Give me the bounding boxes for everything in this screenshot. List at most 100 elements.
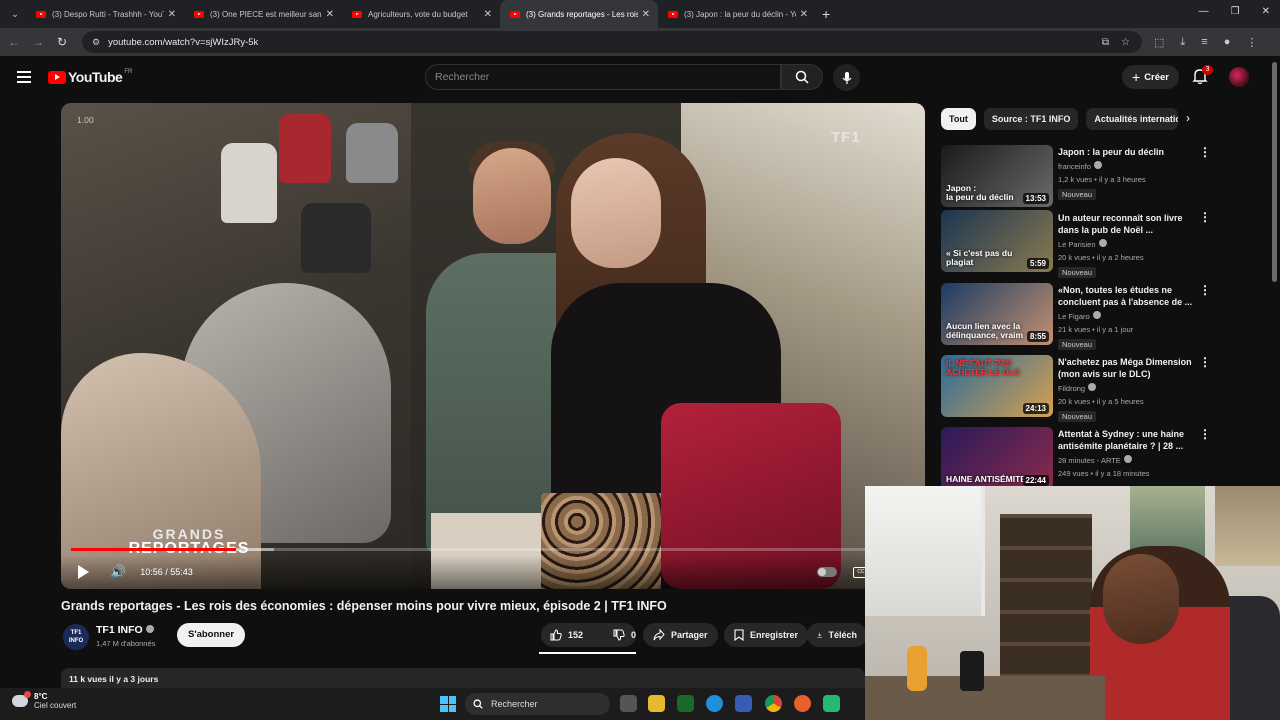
chip-source-tf1[interactable]: Source : TF1 INFO [983, 108, 1079, 130]
rec-thumbnail[interactable]: IL NE FAUT PAS ACHETER LE DLC 24:13 [941, 355, 1053, 417]
channel-avatar-text: TF1 INFO [68, 630, 84, 644]
close-window-icon[interactable]: ✕ [1262, 6, 1270, 17]
volume-icon[interactable]: 🔊 [110, 564, 126, 580]
browser-tab-active[interactable]: (3) Grands reportages - Les rois ✕ [500, 0, 658, 28]
channel-name[interactable]: TF1 INFO [96, 624, 154, 636]
video-title: Grands reportages - Les rois des économi… [61, 599, 667, 613]
rec-channel[interactable]: Le Figaro [1058, 312, 1090, 321]
notifications-button[interactable]: 3 [1192, 65, 1213, 86]
task-view-icon[interactable] [620, 695, 637, 712]
bookmark-star-icon[interactable]: ☆ [1121, 37, 1130, 48]
progress-bar[interactable] [71, 548, 915, 551]
recommendation-item[interactable]: HAINE ANTISÉMITE 22:44 Attentat à Sydney… [941, 427, 1211, 491]
dislike-button[interactable]: 0 [604, 623, 645, 647]
close-tab-icon[interactable]: ✕ [326, 9, 334, 20]
rec-thumbnail[interactable]: Japon : la peur du déclin 13:53 [941, 145, 1053, 207]
minimize-icon[interactable]: — [1199, 6, 1209, 17]
rec-channel[interactable]: Fildrong [1058, 384, 1085, 393]
weather-widget[interactable]: 8°C Ciel couvert [12, 691, 76, 710]
file-explorer-icon[interactable] [648, 695, 665, 712]
rec-channel[interactable]: Le Parisien [1058, 240, 1096, 249]
rec-title[interactable]: N'achetez pas Méga Dimension (mon avis s… [1058, 356, 1193, 380]
media-control-icon[interactable]: ≡ [1201, 36, 1207, 49]
windows-start-icon[interactable] [440, 696, 456, 712]
close-tab-icon[interactable]: ✕ [168, 9, 176, 20]
search-button[interactable] [781, 64, 823, 90]
recommendation-item[interactable]: Japon : la peur du déclin 13:53 Japon : … [941, 145, 1211, 209]
autoplay-toggle[interactable] [817, 567, 838, 577]
more-options-icon[interactable]: ⋮ [1199, 210, 1211, 224]
store-icon[interactable] [735, 695, 752, 712]
tab-search-icon[interactable]: ⌄ [4, 4, 26, 24]
rec-thumbnail[interactable]: « Si c'est pas du plagiat 5:59 [941, 210, 1053, 272]
rec-thumbnail[interactable]: HAINE ANTISÉMITE 22:44 [941, 427, 1053, 489]
like-button[interactable]: 152 [541, 623, 592, 647]
downloads-icon[interactable]: ⤓ [1180, 36, 1185, 49]
rec-channel[interactable]: franceinfo [1058, 162, 1091, 171]
site-info-icon[interactable]: ⚙ [92, 37, 100, 48]
rec-title[interactable]: Un auteur reconnaît son livre dans la pu… [1058, 212, 1193, 236]
rec-meta: 20 k vues • il y a 5 heures [1058, 397, 1144, 406]
more-options-icon[interactable]: ⋮ [1199, 145, 1211, 159]
recommendation-item[interactable]: « Si c'est pas du plagiat 5:59 Un auteur… [941, 210, 1211, 278]
new-tab-icon[interactable]: + [822, 6, 830, 22]
restore-icon[interactable]: ❐ [1231, 6, 1240, 17]
chrome-icon[interactable] [765, 695, 782, 712]
recommendation-item[interactable]: Aucun lien avec la délinquance, vraim 8:… [941, 283, 1211, 350]
description-box[interactable]: 11 k vues il y a 3 jours [61, 668, 865, 688]
profile-icon[interactable]: ● [1224, 36, 1231, 49]
thumbs-up-icon [550, 629, 562, 641]
create-button[interactable]: + Créer [1122, 65, 1180, 89]
back-icon[interactable]: ← [2, 35, 26, 49]
address-bar[interactable]: ⚙ youtube.com/watch?v=sjWIzJRy-5k ⧉ ☆ [82, 31, 1142, 53]
video-player[interactable]: 1.00 TF1 GRANDS REPORTAGES 🔊 10:56 / 55:… [61, 103, 925, 589]
install-app-icon[interactable]: ⧉ [1102, 37, 1109, 48]
edge-icon[interactable] [706, 695, 723, 712]
more-options-icon[interactable]: ⋮ [1199, 427, 1211, 441]
cam-desk [865, 676, 1105, 720]
more-options-icon[interactable]: ⋮ [1199, 355, 1211, 369]
chip-all[interactable]: Tout [941, 108, 976, 130]
play-icon[interactable] [76, 565, 90, 579]
rec-new-badge: Nouveau [1058, 411, 1097, 422]
search-box[interactable] [425, 64, 781, 90]
close-tab-icon[interactable]: ✕ [642, 9, 650, 20]
recommendation-item[interactable]: IL NE FAUT PAS ACHETER LE DLC 24:13 N'ac… [941, 355, 1211, 422]
browser-tab[interactable]: (3) Despo Rutti - Trashhh - YouTube ✕ [26, 0, 184, 28]
menu-hamburger-icon[interactable] [17, 71, 31, 83]
rec-title[interactable]: «Non, toutes les études ne concluent pas… [1058, 284, 1193, 308]
rec-title[interactable]: Attentat à Sydney : une haine antisémite… [1058, 428, 1193, 452]
browser-tab[interactable]: (3) One PIECE est meilleur sans ✕ [184, 0, 342, 28]
reload-icon[interactable]: ↻ [50, 35, 74, 49]
page-scrollbar[interactable] [1272, 62, 1277, 282]
share-button[interactable]: Partager [643, 623, 718, 647]
browser-tab[interactable]: Agriculteurs, vote du budget ✕ [342, 0, 500, 28]
channel-avatar[interactable]: TF1 INFO [63, 624, 89, 650]
app-icon[interactable] [823, 695, 840, 712]
close-tab-icon[interactable]: ✕ [800, 9, 808, 20]
chip-international-news[interactable]: Actualités internationales [1086, 108, 1179, 130]
rec-thumbnail[interactable]: Aucun lien avec la délinquance, vraim 8:… [941, 283, 1053, 345]
firefox-icon[interactable] [794, 695, 811, 712]
rec-title[interactable]: Japon : la peur du déclin [1058, 146, 1193, 158]
browser-menu-icon[interactable]: ⋮ [1246, 36, 1257, 49]
tab-title: (3) Japon : la peur du déclin - YouTube [684, 9, 796, 19]
search-input[interactable] [426, 65, 780, 89]
browser-tab[interactable]: (3) Japon : la peur du déclin - YouTube … [658, 0, 816, 28]
extensions-icon[interactable]: ⬚ [1154, 36, 1164, 49]
cam-bottle [907, 646, 927, 691]
more-options-icon[interactable]: ⋮ [1199, 283, 1211, 297]
youtube-logo[interactable]: YouTube FR [48, 69, 132, 85]
nvidia-icon[interactable] [677, 695, 694, 712]
forward-icon[interactable]: → [26, 35, 50, 49]
close-tab-icon[interactable]: ✕ [484, 9, 492, 20]
subscribe-button[interactable]: S'abonner [177, 623, 246, 647]
rec-channel[interactable]: 28 minutes - ARTE [1058, 456, 1121, 465]
voice-search-button[interactable] [833, 64, 860, 91]
download-button[interactable]: Téléch [807, 623, 867, 647]
verified-icon [1088, 383, 1097, 391]
account-avatar[interactable] [1229, 67, 1249, 87]
taskbar-search[interactable]: Rechercher [465, 693, 610, 715]
save-button[interactable]: Enregistrer [724, 623, 809, 647]
chevron-right-icon[interactable]: › [1186, 111, 1190, 125]
